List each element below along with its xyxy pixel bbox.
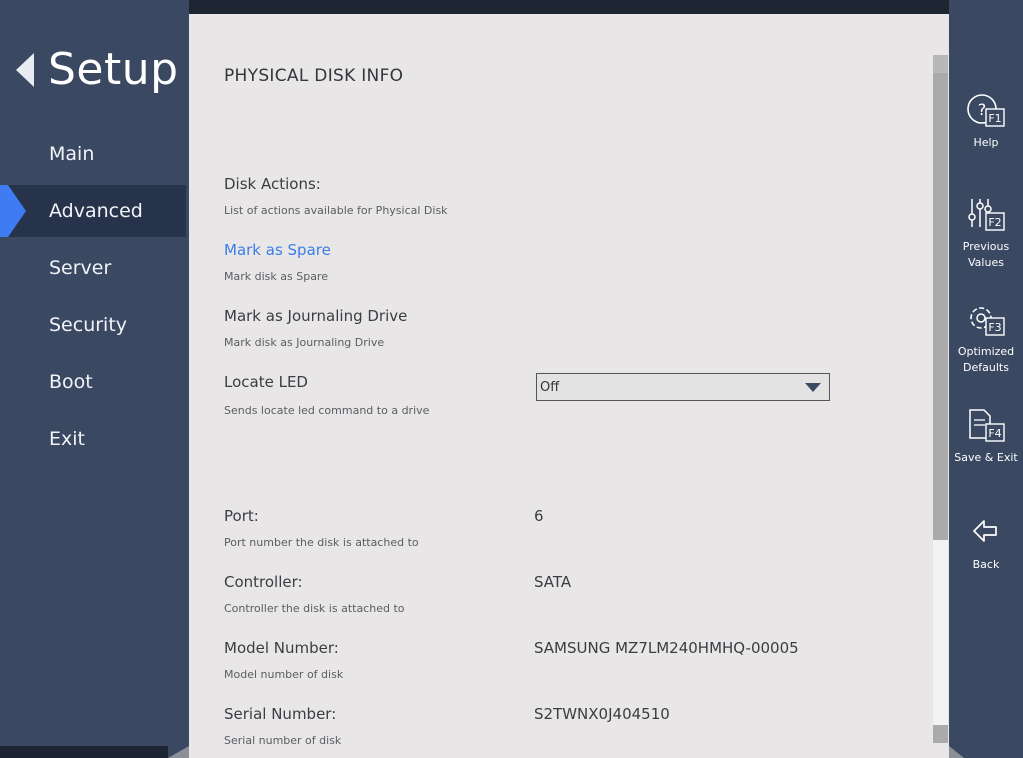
chevron-down-icon [805, 383, 821, 392]
back-label: Back [972, 558, 1000, 571]
svg-text:?: ? [978, 100, 987, 119]
sidebar-item-label: Exit [49, 428, 85, 450]
sidebar-item-boot[interactable]: Boot [0, 356, 189, 408]
serial-number-desc: Serial number of disk [224, 734, 342, 747]
back-button[interactable]: Back [949, 515, 1023, 573]
disk-actions-label: Disk Actions: [224, 175, 321, 193]
mark-journaling-link[interactable]: Mark as Journaling Drive [224, 307, 407, 325]
save-exit-label: Save & Exit [954, 451, 1018, 464]
gear-icon: F3 [970, 307, 1005, 336]
scrollbar-down[interactable] [933, 725, 948, 743]
controller-desc: Controller the disk is attached to [224, 602, 405, 615]
serial-number-label: Serial Number: [224, 705, 337, 723]
top-bar [189, 0, 949, 14]
model-number-label: Model Number: [224, 639, 339, 657]
locate-led-label: Locate LED [224, 373, 308, 391]
help-button[interactable]: ? F1 Help [949, 93, 1023, 151]
document-icon: F4 [969, 409, 1005, 442]
sidebar-nav: Main Advanced Server Security Boot Exit [0, 128, 189, 470]
bottom-strip [0, 746, 168, 758]
model-number-desc: Model number of disk [224, 668, 344, 681]
locate-led-select[interactable]: Off [536, 373, 830, 401]
page-title: PHYSICAL DISK INFO [224, 66, 404, 86]
svg-text:F4: F4 [988, 427, 1001, 440]
bottom-corner-left [168, 746, 189, 758]
svg-text:F3: F3 [988, 321, 1001, 334]
bottom-corner-right [949, 746, 964, 758]
previous-values-label: Previous Values [962, 240, 1010, 269]
mark-as-spare-link[interactable]: Mark as Spare [224, 241, 331, 259]
sliders-icon: F2 [968, 199, 1005, 231]
sidebar-item-label: Security [49, 314, 128, 336]
port-value: 6 [534, 507, 544, 525]
setup-title[interactable]: Setup [16, 44, 179, 95]
sidebar-item-label: Main [49, 143, 95, 165]
optimized-defaults-label: Optimized Defaults [957, 345, 1015, 374]
back-triangle-icon[interactable] [16, 52, 34, 87]
sidebar-item-label: Boot [49, 371, 93, 393]
active-marker-arrow [8, 185, 26, 237]
mark-as-spare-desc: Mark disk as Spare [224, 270, 328, 283]
sidebar-item-server[interactable]: Server [0, 242, 189, 294]
sidebar-item-label: Advanced [49, 200, 143, 222]
sidebar-item-advanced[interactable]: Advanced [0, 185, 186, 237]
locate-led-value: Off [540, 379, 560, 395]
scrollbar-up[interactable] [933, 55, 948, 73]
help-icon: ? F1 [967, 94, 1005, 127]
port-desc: Port number the disk is attached to [224, 536, 419, 549]
back-arrow-icon [973, 520, 997, 542]
sidebar-item-main[interactable]: Main [0, 128, 189, 180]
svg-text:F2: F2 [988, 216, 1001, 229]
active-marker [0, 185, 8, 237]
port-label: Port: [224, 507, 259, 525]
scrollbar-thumb[interactable] [933, 55, 948, 540]
locate-led-desc: Sends locate led command to a drive [224, 404, 430, 417]
sidebar-item-label: Server [49, 257, 112, 279]
help-label: Help [973, 136, 999, 149]
setup-title-text: Setup [48, 44, 179, 95]
disk-actions-desc: List of actions available for Physical D… [224, 204, 448, 217]
model-number-value: SAMSUNG MZ7LM240HMHQ-00005 [534, 639, 799, 657]
controller-value: SATA [534, 573, 572, 591]
sidebar-item-exit[interactable]: Exit [0, 413, 189, 465]
save-exit-button[interactable]: F4 Save & Exit [949, 408, 1023, 466]
mark-journaling-desc: Mark disk as Journaling Drive [224, 336, 385, 349]
controller-label: Controller: [224, 573, 303, 591]
sidebar-item-security[interactable]: Security [0, 299, 189, 351]
previous-values-button[interactable]: F2 Previous Values [949, 197, 1023, 271]
serial-number-value: S2TWNX0J404510 [534, 705, 670, 723]
svg-text:F1: F1 [988, 112, 1001, 125]
optimized-defaults-button[interactable]: F3 Optimized Defaults [949, 302, 1023, 376]
